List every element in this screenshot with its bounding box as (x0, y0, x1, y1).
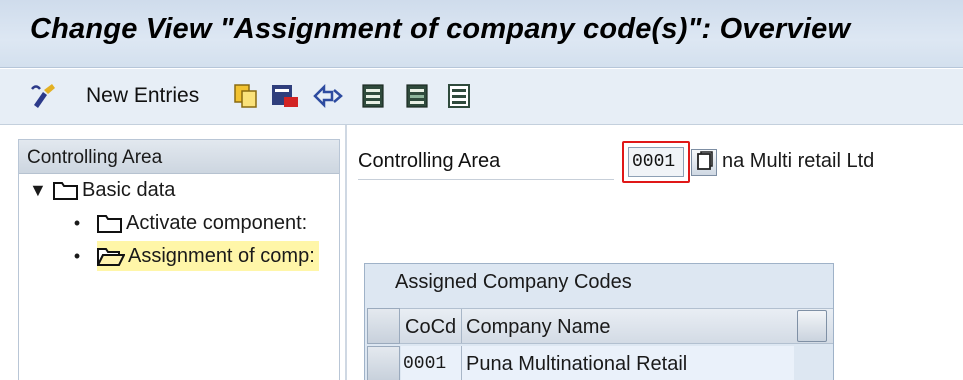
tree-bullet-icon: • (73, 212, 81, 233)
search-help-icon (697, 151, 713, 170)
deselect-all-icon (448, 84, 470, 108)
pane-divider[interactable] (345, 125, 347, 380)
navigation-tree: Controlling Area ▼ Basic data • Activate… (18, 139, 340, 380)
application-toolbar: New Entries (0, 69, 963, 125)
tree-node-label: Activate component: (126, 211, 308, 234)
column-separator (461, 346, 462, 380)
tree-header: Controlling Area (19, 140, 339, 174)
tree-node-label: Assignment of comp: (128, 244, 315, 267)
expand-triangle-icon[interactable]: ▼ (29, 180, 47, 201)
column-separator (461, 309, 462, 343)
column-header-company-name[interactable]: Company Name (466, 316, 611, 339)
tree-selection-highlight: Assignment of comp: (97, 241, 319, 271)
select-all-button[interactable] (360, 81, 388, 111)
select-all-icon (362, 84, 384, 108)
controlling-area-label: Controlling Area (358, 150, 614, 180)
search-help-button[interactable] (691, 149, 717, 176)
copy-as-icon (234, 84, 257, 108)
window-title: Change View "Assignment of company code(… (30, 13, 851, 45)
tree-node-activate-components[interactable]: • Activate component: (69, 207, 307, 239)
controlling-area-field[interactable]: 0001 (628, 147, 684, 177)
delete-icon (272, 85, 298, 107)
tree-node-basic-data[interactable]: ▼ Basic data (29, 174, 175, 206)
assigned-company-codes-table: Assigned Company Codes CoCd Company Name… (364, 263, 834, 380)
new-entries-button[interactable]: New Entries (82, 81, 199, 111)
copy-as-button[interactable] (232, 81, 260, 111)
delete-button[interactable] (270, 81, 300, 111)
tree-bullet-icon: • (73, 245, 81, 266)
controlling-area-description: na Multi retail Ltd (722, 150, 875, 172)
tree-node-label: Basic data (82, 178, 176, 201)
select-block-button[interactable] (404, 81, 432, 111)
undo-change-icon (313, 83, 343, 109)
table-scrollbar[interactable] (795, 346, 833, 380)
table-title: Assigned Company Codes (395, 271, 632, 293)
cell-company-name[interactable]: Puna Multinational Retail (466, 353, 687, 376)
select-all-rows-button[interactable] (367, 308, 400, 344)
display-change-icon (31, 84, 55, 108)
undo-change-button[interactable] (312, 81, 344, 111)
display-change-button[interactable] (30, 81, 60, 111)
open-folder-icon (97, 248, 125, 266)
folder-icon (53, 182, 78, 200)
folder-icon (97, 215, 122, 233)
select-block-icon (406, 84, 428, 108)
table-settings-button[interactable] (797, 310, 827, 342)
deselect-all-button[interactable] (446, 81, 474, 111)
row-selector-button[interactable] (367, 346, 400, 380)
title-bar: Change View "Assignment of company code(… (0, 0, 963, 68)
new-entries-label: New Entries (86, 84, 200, 107)
cell-cocd[interactable]: 0001 (403, 354, 446, 374)
tree-node-assignment-company-codes[interactable]: • Assignment of comp: (69, 240, 319, 272)
column-header-cocd[interactable]: CoCd (405, 316, 456, 339)
